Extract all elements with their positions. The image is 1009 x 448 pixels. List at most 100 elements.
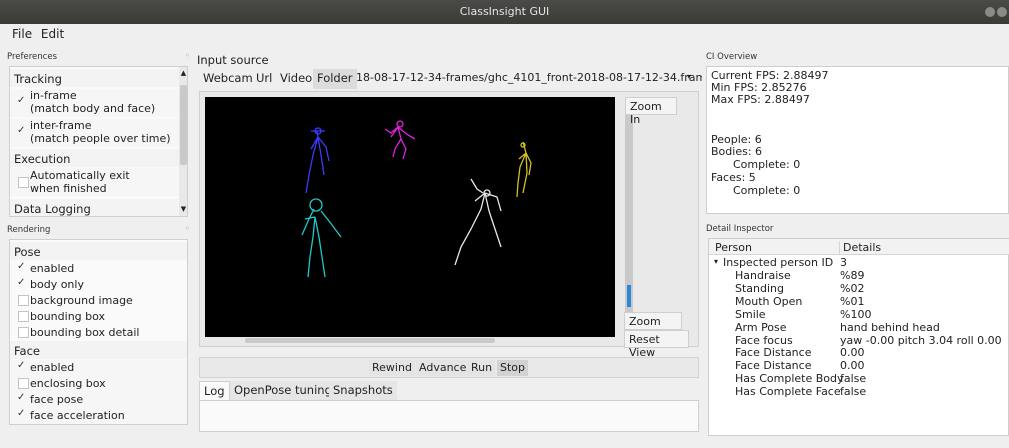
inter-frame-desc: (match people over time) xyxy=(30,132,171,145)
detail-inspector-header: Detail Inspector xyxy=(706,224,774,234)
pose-option-label: background image xyxy=(30,294,133,307)
face-option[interactable]: enabled xyxy=(10,360,187,376)
menu-bar: File Edit xyxy=(0,24,1009,44)
inspector-header-row: Person Details xyxy=(709,239,1009,255)
pose-option[interactable]: bounding box detail xyxy=(10,325,187,341)
zoom-out-button[interactable]: Zoom Out xyxy=(624,312,682,341)
canvas-hscrollbar[interactable] xyxy=(205,337,615,344)
preferences-scroll-thumb[interactable] xyxy=(180,85,187,165)
scroll-up-icon[interactable]: ▲ xyxy=(179,69,187,77)
advance-button[interactable]: Advance xyxy=(416,360,470,376)
tab-video[interactable]: Video xyxy=(276,69,316,89)
bodies-count: Bodies: 6 xyxy=(711,145,763,158)
scroll-down-icon[interactable]: ▼ xyxy=(179,205,187,213)
data-logging-group[interactable]: Data Logging xyxy=(10,199,187,216)
inspector-value: %89 xyxy=(840,269,865,282)
in-frame-title: in-frame xyxy=(30,89,77,102)
inspector-key: Has Complete Face xyxy=(735,385,841,399)
col-person[interactable]: Person xyxy=(715,241,752,254)
face-option-label: enclosing box xyxy=(30,377,106,390)
tab-openpose-tuning[interactable]: OpenPose tuning xyxy=(230,381,336,401)
inter-frame-checkbox[interactable] xyxy=(17,125,27,136)
inspected-person-label: Inspected person ID xyxy=(723,256,834,269)
tab-snapshots[interactable]: Snapshots xyxy=(329,381,397,401)
input-source-tabs: Webcam Url Video Folder 18-08-17-12-34-f… xyxy=(199,69,702,89)
face-option-checkbox[interactable] xyxy=(17,392,27,403)
chevron-down-icon[interactable]: ▾ xyxy=(687,72,691,81)
inspector-value: false xyxy=(840,372,867,386)
face-option-checkbox[interactable] xyxy=(17,360,27,371)
tab-webcam[interactable]: Webcam xyxy=(199,69,257,89)
inspector-key: Standing xyxy=(735,281,785,295)
input-source-label: Input source xyxy=(197,53,269,67)
folder-path-select[interactable]: 18-08-17-12-34-frames/ghc_4101_front-201… xyxy=(352,69,702,89)
tab-log[interactable]: Log xyxy=(199,381,230,402)
pose-option-checkbox[interactable] xyxy=(17,261,27,272)
inspector-value: false xyxy=(840,385,867,399)
col-details[interactable]: Details xyxy=(839,241,881,254)
inspector-value: %100 xyxy=(840,307,872,321)
faces-complete: Complete: 0 xyxy=(733,184,801,197)
pose-group[interactable]: Pose xyxy=(10,242,187,260)
playback-bar: Rewind Advance Run Stop xyxy=(199,357,699,378)
canvas-hscroll-thumb[interactable] xyxy=(245,338,495,343)
minimize-icon[interactable] xyxy=(985,7,995,17)
tracking-label: Tracking xyxy=(14,72,62,86)
menu-file[interactable]: File xyxy=(12,24,32,41)
log-output[interactable] xyxy=(199,400,699,432)
in-frame-option[interactable]: in-frame (match body and face) xyxy=(10,89,187,117)
tree-expand-icon[interactable]: ▾ xyxy=(714,257,718,266)
face-option-checkbox[interactable] xyxy=(18,378,29,389)
face-group[interactable]: Face xyxy=(10,341,187,359)
bottom-tabs: Log OpenPose tuning Snapshots xyxy=(199,381,699,402)
zoom-in-button[interactable]: Zoom In xyxy=(625,97,677,126)
pose-option-checkbox[interactable] xyxy=(18,295,29,306)
inter-frame-option[interactable]: inter-frame (match people over time) xyxy=(10,119,187,147)
menu-edit[interactable]: Edit xyxy=(41,24,64,41)
pose-option[interactable]: bounding box xyxy=(10,309,187,325)
inspector-key: Smile xyxy=(735,307,766,321)
run-button[interactable]: Run xyxy=(468,360,496,376)
pose-option[interactable]: background image xyxy=(10,293,187,309)
auto-exit-line1: Automatically exit xyxy=(30,169,130,182)
faces-count: Faces: 5 xyxy=(711,171,756,184)
max-fps: Max FPS: 2.88497 xyxy=(711,93,810,106)
ci-overview-header: CI Overview xyxy=(706,52,758,62)
rendering-header: Rendering xyxy=(7,225,51,235)
rewind-button[interactable]: Rewind xyxy=(369,360,415,376)
detail-inspector-panel: Person Details ▾ Inspected person ID 3 H… xyxy=(708,238,1009,436)
pose-option-label: body only xyxy=(30,278,84,291)
preferences-scrollbar[interactable]: ▲ ▼ xyxy=(179,67,187,216)
execution-group[interactable]: Execution xyxy=(10,149,187,167)
face-option[interactable]: face acceleration xyxy=(10,408,187,424)
window-title: ClassInsight GUI xyxy=(459,5,550,18)
execution-label: Execution xyxy=(14,152,71,166)
in-frame-checkbox[interactable] xyxy=(17,95,27,106)
skeleton-overlay xyxy=(301,120,532,278)
inspector-key: Mouth Open xyxy=(735,294,803,308)
dock-float-icon[interactable]: ◦ xyxy=(185,224,190,233)
tab-folder[interactable]: Folder xyxy=(313,69,357,89)
pose-option-label: bounding box detail xyxy=(30,326,140,339)
pose-canvas[interactable] xyxy=(205,97,615,337)
skeleton-white xyxy=(454,178,502,266)
stop-button[interactable]: Stop xyxy=(497,360,529,376)
tab-url[interactable]: Url xyxy=(252,69,276,89)
face-option[interactable]: enclosing box xyxy=(10,376,187,392)
face-option[interactable]: face pose xyxy=(10,392,187,408)
pose-option-checkbox[interactable] xyxy=(17,277,27,288)
pose-option[interactable]: enabled xyxy=(10,261,187,277)
auto-exit-option[interactable]: Automatically exit when finished xyxy=(10,168,187,196)
tracking-group[interactable]: Tracking xyxy=(10,69,187,87)
pose-option-checkbox[interactable] xyxy=(18,311,29,322)
dock-float-icon[interactable]: ◦ xyxy=(185,51,190,60)
close-icon[interactable] xyxy=(997,7,1007,17)
pose-option[interactable]: body only xyxy=(10,277,187,293)
preferences-header: Preferences xyxy=(7,52,57,62)
pose-option-checkbox[interactable] xyxy=(18,327,29,338)
inspector-key: Arm Pose xyxy=(735,320,787,334)
face-option-checkbox[interactable] xyxy=(17,408,27,419)
reset-view-button[interactable]: Reset View xyxy=(624,330,689,359)
auto-exit-checkbox[interactable] xyxy=(18,177,29,188)
skeleton-magenta xyxy=(384,120,416,160)
